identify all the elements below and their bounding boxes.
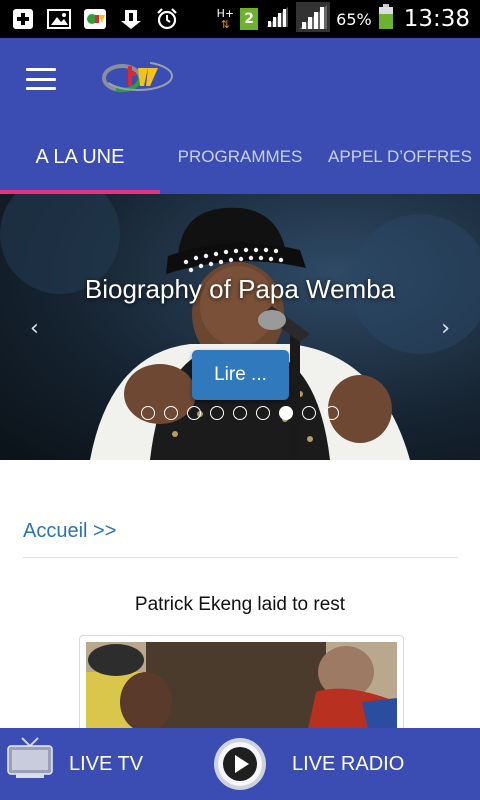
carousel-prev-arrow-icon[interactable]: ‹ [30, 316, 39, 341]
carousel-dot[interactable] [325, 406, 339, 420]
tab-bar: A LA UNE PROGRAMMES APPEL D’OFFRES [0, 120, 480, 194]
crtv-logo[interactable] [100, 56, 176, 96]
carousel-dot[interactable] [279, 406, 293, 420]
hamburger-menu-icon[interactable] [26, 68, 56, 90]
bottom-bar: LIVE TV LIVE RADIO [0, 728, 480, 800]
status-bar: H+ ⇅ 2 65% 13:38 [0, 0, 480, 38]
sim2-icon: 2 [240, 8, 259, 30]
play-icon[interactable] [213, 737, 267, 791]
featured-carousel[interactable]: Biography of Papa Wemba ‹ › Lire ... [0, 194, 480, 460]
carousel-dot[interactable] [233, 406, 247, 420]
live-radio-button[interactable]: LIVE RADIO [292, 753, 404, 776]
tv-icon [7, 737, 53, 778]
slide-title: Biography of Papa Wemba [84, 274, 396, 304]
carousel-dot[interactable] [187, 406, 201, 420]
signal-icon [296, 2, 331, 36]
system-icons: H+ ⇅ 2 65% 13:38 [217, 2, 470, 36]
article-image [86, 642, 397, 738]
carousel-dot[interactable] [141, 406, 155, 420]
carousel-dot[interactable] [164, 406, 178, 420]
carousel-indicators [0, 406, 480, 422]
tab-a-la-une[interactable]: A LA UNE [0, 120, 160, 194]
carousel-next-arrow-icon[interactable]: › [441, 316, 450, 341]
tab-programmes[interactable]: PROGRAMMES [160, 120, 320, 194]
tab-appel-doffres[interactable]: APPEL D’OFFRES [320, 120, 480, 194]
notification-icons [10, 7, 180, 31]
breadcrumb[interactable]: Accueil >> [23, 520, 116, 543]
live-tv-label: LIVE TV [69, 753, 144, 775]
read-more-button[interactable]: Lire ... [192, 350, 289, 400]
signal-icon [264, 5, 290, 33]
network-hplus-icon: H+ ⇅ [216, 7, 235, 31]
app-bar: A LA UNE PROGRAMMES APPEL D’OFFRES [0, 38, 480, 194]
carousel-dot[interactable] [210, 406, 224, 420]
carousel-dot[interactable] [256, 406, 270, 420]
alarm-icon [154, 7, 180, 31]
battery-percent: 65% [336, 9, 372, 29]
article-title[interactable]: Patrick Ekeng laid to rest [0, 594, 480, 616]
divider [23, 557, 458, 558]
carousel-dot[interactable] [302, 406, 316, 420]
battery-icon [378, 4, 394, 34]
live-tv-button[interactable]: LIVE TV [0, 728, 200, 800]
crtv-app-icon [82, 7, 108, 31]
add-icon [10, 7, 36, 31]
download-icon [118, 7, 144, 31]
clock: 13:38 [403, 6, 470, 32]
gallery-icon [46, 7, 72, 31]
